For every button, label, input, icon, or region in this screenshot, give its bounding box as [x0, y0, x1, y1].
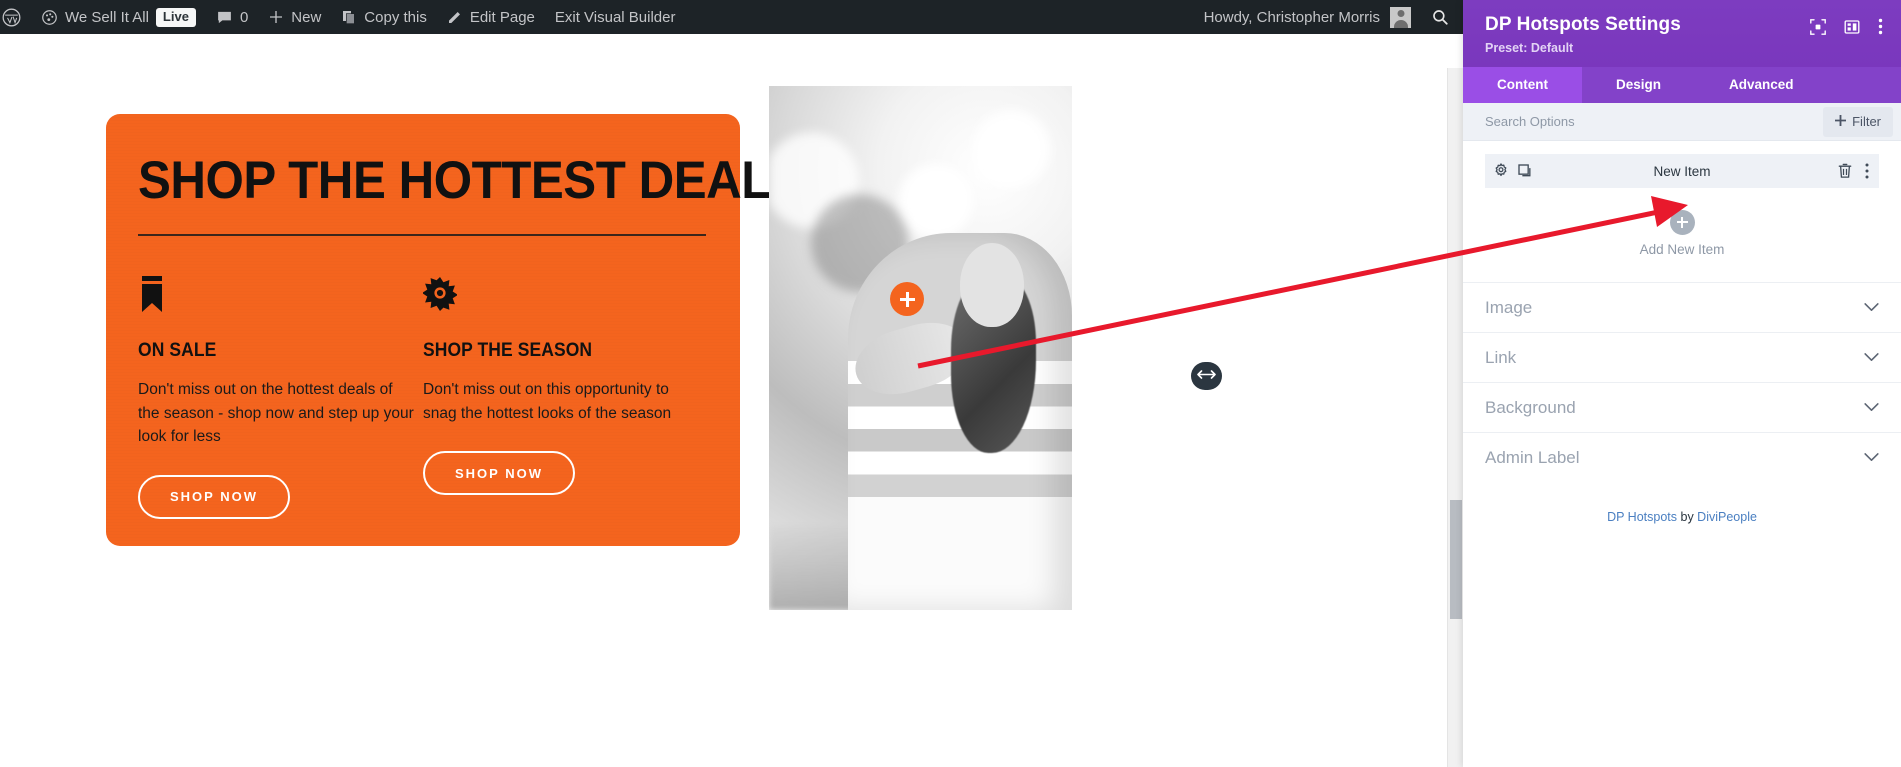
- section-label: Admin Label: [1485, 447, 1580, 467]
- more-vertical-icon[interactable]: [1865, 163, 1869, 179]
- tab-design[interactable]: Design: [1582, 67, 1695, 103]
- filter-button[interactable]: Filter: [1823, 106, 1893, 137]
- site-name-menu[interactable]: We Sell It All Live: [31, 0, 206, 34]
- search-icon: [1431, 8, 1449, 26]
- hotspot-image: [769, 86, 1072, 610]
- copy-this-label: Copy this: [364, 8, 427, 26]
- my-account-menu[interactable]: Howdy, Christopher Morris: [1194, 0, 1421, 34]
- list-item[interactable]: New Item: [1485, 154, 1879, 188]
- panel-credit: DP Hotspots by DiviPeople: [1463, 482, 1901, 524]
- new-label: New: [291, 8, 322, 26]
- shop-now-button[interactable]: SHOP NOW: [423, 451, 575, 496]
- promo-column-text: Don't miss out on the hottest deals of t…: [138, 381, 414, 446]
- chevron-down-icon: [1864, 403, 1879, 412]
- chevron-down-icon: [1864, 453, 1879, 462]
- image-subject-head: [959, 243, 1024, 328]
- product-link[interactable]: DP Hotspots: [1607, 510, 1677, 524]
- option-sections: Image Link Background Admin Label: [1463, 282, 1901, 482]
- tab-content[interactable]: Content: [1463, 67, 1582, 103]
- site-name-label: We Sell It All: [65, 8, 149, 26]
- edit-page-button[interactable]: Edit Page: [437, 0, 545, 34]
- edit-page-label: Edit Page: [469, 8, 535, 26]
- panel-header: DP Hotspots Settings Preset: Default: [1463, 0, 1901, 67]
- plus-icon: [1669, 209, 1695, 235]
- promo-column-title: SHOP THE SEASON: [423, 340, 593, 362]
- resize-horizontal-icon: [1197, 367, 1216, 385]
- live-badge: Live: [155, 7, 196, 27]
- promo-column-shop-the-season: SHOP THE SEASON Don't miss out on this o…: [423, 276, 708, 519]
- howdy-label: Howdy, Christopher Morris: [1203, 8, 1380, 26]
- tab-advanced[interactable]: Advanced: [1695, 67, 1828, 103]
- page-title: SHOP THE HOTTEST DEALS: [138, 151, 804, 210]
- promo-column-on-sale: ON SALE Don't miss out on the hottest de…: [138, 276, 423, 519]
- gear-icon[interactable]: [1493, 163, 1509, 179]
- search-button[interactable]: [1421, 0, 1459, 34]
- credit-by: by: [1677, 510, 1698, 524]
- search-input[interactable]: [1485, 114, 1824, 129]
- dashboard-icon: [41, 9, 58, 26]
- section-label: Background: [1485, 397, 1576, 417]
- search-options-row: Filter: [1463, 103, 1901, 141]
- layout-icon[interactable]: [1844, 19, 1860, 35]
- copy-this-button[interactable]: Copy this: [331, 0, 437, 34]
- plus-icon: [1835, 114, 1847, 129]
- section-background[interactable]: Background: [1463, 382, 1901, 432]
- promo-column-text: Don't miss out on this opportunity to sn…: [423, 381, 672, 422]
- exit-visual-builder-button[interactable]: Exit Visual Builder: [545, 0, 686, 34]
- shop-now-button[interactable]: SHOP NOW: [138, 474, 290, 519]
- wordpress-icon: [2, 8, 21, 27]
- bookmark-icon: [138, 276, 423, 316]
- list-item-label: New Item: [1653, 163, 1711, 179]
- section-admin-label[interactable]: Admin Label: [1463, 432, 1901, 482]
- hotspot-marker[interactable]: [890, 282, 924, 316]
- section-label: Image: [1485, 297, 1533, 317]
- section-image[interactable]: Image: [1463, 282, 1901, 332]
- comment-icon: [216, 9, 233, 26]
- page-scrollbar[interactable]: [1447, 68, 1463, 767]
- fullscreen-icon[interactable]: [1810, 18, 1826, 35]
- filter-label: Filter: [1852, 114, 1881, 129]
- panel-resize-handle[interactable]: [1191, 362, 1222, 390]
- section-link[interactable]: Link: [1463, 332, 1901, 382]
- screen: We Sell It All Live 0 New Copy this Edit…: [0, 0, 1901, 767]
- wp-admin-bar: We Sell It All Live 0 New Copy this Edit…: [0, 0, 1463, 34]
- add-new-item-label: Add New Item: [1639, 241, 1725, 257]
- page-scrollbar-thumb[interactable]: [1450, 500, 1462, 619]
- divider: [138, 234, 706, 237]
- section-label: Link: [1485, 347, 1517, 367]
- add-new-item-button[interactable]: Add New Item: [1485, 202, 1879, 264]
- settings-panel: DP Hotspots Settings Preset: Default Con…: [1463, 0, 1901, 767]
- sun-icon: [423, 276, 708, 316]
- chevron-down-icon: [1864, 303, 1879, 312]
- promo-columns: ON SALE Don't miss out on the hottest de…: [138, 276, 708, 519]
- promo-card: SHOP THE HOTTEST DEALS ON SALE Don't mis…: [106, 114, 804, 546]
- pencil-icon: [447, 9, 463, 25]
- exit-visual-builder-label: Exit Visual Builder: [554, 8, 676, 26]
- promo-column-title: ON SALE: [138, 340, 217, 362]
- avatar: [1390, 6, 1411, 28]
- duplicate-icon[interactable]: [1518, 163, 1533, 179]
- panel-body: New Item Add New Item Image Link Backgro…: [1463, 141, 1901, 767]
- chevron-down-icon: [1864, 353, 1879, 362]
- vendor-link[interactable]: DiviPeople: [1697, 510, 1757, 524]
- plus-icon: [268, 9, 284, 25]
- trash-icon[interactable]: [1838, 163, 1852, 179]
- preset-selector[interactable]: Preset: Default: [1485, 41, 1681, 55]
- comment-count: 0: [239, 8, 249, 26]
- panel-tabs: Content Design Advanced: [1463, 67, 1901, 103]
- more-vertical-icon[interactable]: [1878, 18, 1883, 35]
- comments-button[interactable]: 0: [206, 0, 258, 34]
- wordpress-logo-button[interactable]: [0, 0, 31, 34]
- copy-icon: [341, 9, 357, 25]
- new-content-button[interactable]: New: [258, 0, 331, 34]
- panel-title: DP Hotspots Settings: [1485, 14, 1681, 35]
- page-canvas: SHOP THE HOTTEST DEALS ON SALE Don't mis…: [0, 34, 1463, 767]
